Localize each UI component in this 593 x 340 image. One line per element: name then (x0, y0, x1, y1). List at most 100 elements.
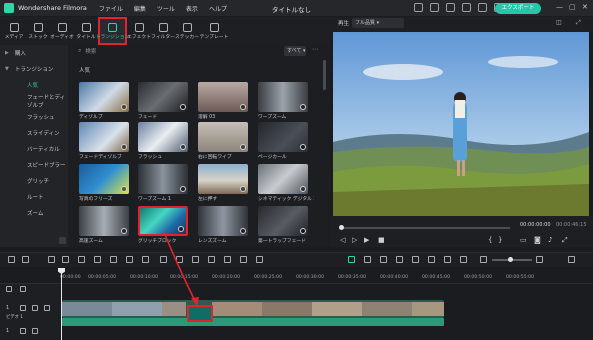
mute-icon[interactable] (32, 305, 38, 311)
video-clip[interactable] (62, 300, 444, 318)
redo-icon[interactable] (62, 256, 69, 263)
filter-dropdown[interactable]: すべて ▾ (284, 46, 306, 56)
transition-thumb-trap-fade[interactable] (258, 206, 308, 236)
transition-thumb-page-curl[interactable] (258, 122, 308, 152)
snapshot-icon[interactable]: ◙ (534, 236, 541, 244)
audio-adjust-icon[interactable] (192, 256, 199, 263)
snap-icon[interactable] (412, 256, 419, 263)
category-speed-blur[interactable]: スピードブラー (0, 157, 68, 173)
crop-icon[interactable] (110, 256, 117, 263)
download-icon[interactable] (178, 226, 184, 232)
download-icon[interactable] (300, 144, 306, 150)
download-icon[interactable] (240, 228, 246, 234)
transition-thumb-glitch-block[interactable] (138, 206, 188, 236)
menu-edit[interactable]: 編集 (134, 4, 146, 13)
export-button[interactable]: エクスポート (495, 3, 541, 14)
grid-scrollbar[interactable] (323, 60, 326, 90)
select-icon[interactable] (22, 256, 29, 263)
display-icon[interactable]: ▭ (520, 236, 527, 244)
zoom-out-icon[interactable] (480, 256, 487, 263)
tab-effects[interactable]: エフェクト (127, 17, 151, 45)
transition-thumb-push-left[interactable] (198, 164, 248, 194)
download-icon[interactable] (300, 186, 306, 192)
preview-scrubber[interactable] (340, 227, 510, 229)
search-bar[interactable]: ⌕ 検索 (78, 46, 278, 56)
scrubber-handle[interactable] (339, 225, 344, 230)
category-transitions[interactable]: ▼ トランジション (0, 61, 68, 77)
grid-view-icon[interactable] (568, 256, 575, 263)
voiceover-icon[interactable] (380, 256, 387, 263)
download-icon[interactable] (300, 228, 306, 234)
transition-thumb-dissolve-03[interactable] (198, 82, 248, 112)
tab-stock[interactable]: ストック (26, 17, 50, 45)
tab-audio[interactable]: オーディオ (50, 17, 74, 45)
download-icon[interactable] (240, 144, 246, 150)
transition-thumb-lens-zoom[interactable] (198, 206, 248, 236)
category-glitch[interactable]: グリッチ (0, 173, 68, 189)
transition-thumb-fade-dissolve[interactable] (79, 122, 129, 152)
keyframe-icon[interactable] (256, 256, 263, 263)
menu-help[interactable]: ヘルプ (209, 4, 227, 13)
transition-thumb-flash[interactable] (138, 122, 188, 152)
lock-icon[interactable] (20, 305, 26, 311)
timer-icon[interactable] (208, 256, 215, 263)
motion-icon[interactable] (240, 256, 247, 263)
text-icon[interactable] (126, 256, 133, 263)
add-track-icon[interactable] (6, 286, 12, 292)
bell-icon[interactable] (430, 3, 439, 12)
tab-title[interactable]: タイトル (74, 17, 98, 45)
previous-frame-icon[interactable]: ◁ (340, 236, 345, 244)
color-icon[interactable] (176, 256, 183, 263)
transition-thumb-fade[interactable] (138, 82, 188, 112)
eye-icon[interactable] (44, 305, 50, 311)
close-icon[interactable]: ✕ (582, 3, 588, 11)
lock-icon[interactable] (20, 328, 26, 334)
download-icon[interactable] (180, 104, 186, 110)
render-icon[interactable] (348, 256, 355, 263)
link-icon[interactable] (460, 256, 467, 263)
menu-tools[interactable]: ツール (157, 4, 175, 13)
category-zoom[interactable]: ズーム (0, 205, 68, 221)
transition-thumb-warp-zoom-1[interactable] (138, 164, 188, 194)
camera-icon[interactable]: ◫ (556, 19, 562, 26)
category-vertical[interactable]: バーティカル (0, 141, 68, 157)
volume-icon[interactable]: ♪ (548, 236, 552, 244)
playhead[interactable] (61, 268, 62, 340)
stop-icon[interactable]: ■ (378, 236, 385, 244)
transition-drop-target[interactable] (187, 305, 213, 322)
split-icon[interactable] (428, 256, 435, 263)
more-options-icon[interactable]: ⋯ (312, 46, 318, 53)
menu-file[interactable]: ファイル (99, 4, 123, 13)
speed-icon[interactable] (160, 256, 167, 263)
maximize-icon[interactable]: ▢ (569, 3, 576, 11)
fit-icon[interactable] (224, 256, 231, 263)
download-icon[interactable] (180, 186, 186, 192)
marker-icon[interactable] (364, 256, 371, 263)
expand-icon[interactable]: ⤢ (562, 236, 568, 245)
tab-media[interactable]: メディア (2, 17, 26, 45)
minimize-icon[interactable]: — (556, 3, 563, 11)
category-slide[interactable]: スライディン (0, 125, 68, 141)
fullscreen-icon[interactable]: ⤢ (576, 19, 581, 27)
download-icon[interactable] (121, 228, 127, 234)
zoom-in-icon[interactable] (536, 256, 543, 263)
category-popular[interactable]: 人気 (0, 77, 68, 93)
tab-stickers[interactable]: ステッカー (175, 17, 199, 45)
tab-transitions[interactable]: トランジション (96, 17, 129, 45)
audio-waveform[interactable] (62, 318, 444, 326)
category-purchased[interactable]: ▶ 購入 (0, 45, 68, 61)
transition-thumb-rotate-wipe[interactable] (198, 122, 248, 152)
step-back-icon[interactable]: ▷ (352, 236, 357, 244)
quality-dropdown[interactable]: フル品質 ▾ (352, 18, 404, 28)
undo-icon[interactable] (48, 256, 55, 263)
transition-thumb-fast-zoom[interactable] (79, 206, 129, 236)
download-icon[interactable] (300, 104, 306, 110)
fx-icon[interactable] (444, 256, 451, 263)
video-preview[interactable] (333, 32, 589, 216)
download-icon[interactable] (121, 186, 127, 192)
download-icon[interactable] (180, 144, 186, 150)
transition-thumb-warp-zoom[interactable] (258, 82, 308, 112)
transition-thumb-cinematic-digital-3[interactable] (258, 164, 308, 194)
play-icon[interactable]: ▶ (364, 236, 369, 244)
tab-templates[interactable]: テンプレート (199, 17, 229, 45)
